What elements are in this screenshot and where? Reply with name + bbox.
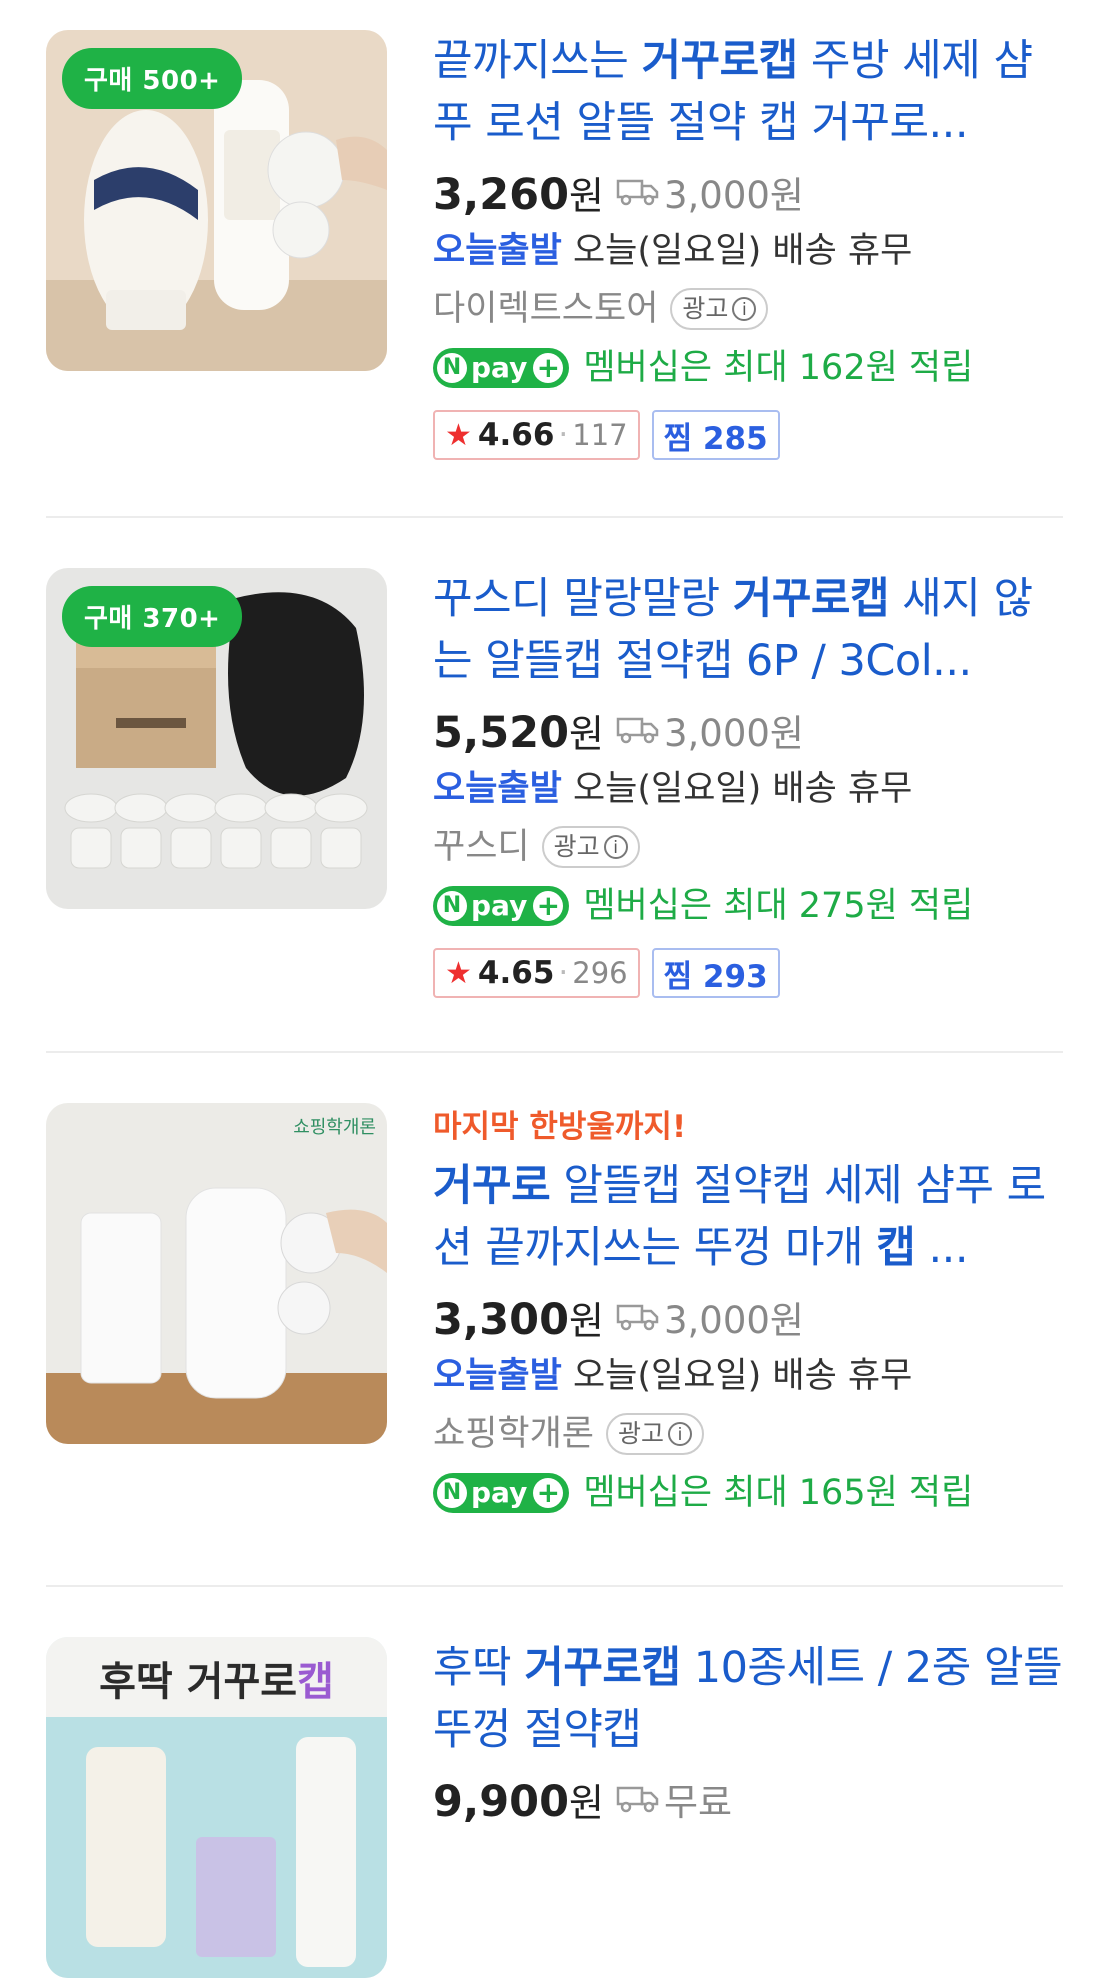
thumbnail-caption: 후딱 거꾸로캡 xyxy=(46,1649,387,1707)
product-card[interactable]: 구매 500+ 끝까지쓰는 거꾸로캡 주방 세제 샴푸 로션 알뜰 절약 캡 거… xyxy=(46,0,1063,518)
today-departure-tag: 오늘출발 xyxy=(433,769,562,809)
seller-name[interactable]: 쇼핑학개론 xyxy=(433,1405,594,1463)
price: 3,300원 xyxy=(433,1290,604,1345)
svg-text:쇼핑학개론: 쇼핑학개론 xyxy=(293,1117,376,1138)
product-title[interactable]: 꾸스디 말랑말랑 거꾸로캡 새지 않는 알뜰캡 절약캡 6P / 3Col... xyxy=(433,568,1063,692)
wishlist-chip[interactable]: 찜 285 xyxy=(651,410,780,460)
shipping-text: 3,000원 xyxy=(663,174,804,217)
truck-icon xyxy=(616,179,659,206)
delivery-info: 오늘출발 오늘(일요일) 배송 휴무 xyxy=(433,1347,1063,1405)
title-highlight: 거꾸로캡 xyxy=(641,36,798,86)
price: 3,260원 xyxy=(433,165,604,220)
npay-benefit-text: 멤버십은 최대 165원 적립 xyxy=(583,1473,974,1513)
info-icon: i xyxy=(668,1422,693,1446)
npay-benefit: Npay + 멤버십은 최대 165원 적립 xyxy=(433,1463,1063,1523)
npay-benefit: Npay + 멤버십은 최대 275원 적립 xyxy=(433,876,1063,936)
product-title[interactable]: 거꾸로 알뜰캡 절약캡 세제 샴푸 로션 끝까지쓰는 뚜껑 마개 캡 ... xyxy=(433,1155,1063,1279)
ad-label[interactable]: 광고 i xyxy=(670,288,769,330)
product-title[interactable]: 끝까지쓰는 거꾸로캡 주방 세제 샴푸 로션 알뜰 절약 캡 거꾸로... xyxy=(433,30,1063,154)
today-departure-tag: 오늘출발 xyxy=(433,1356,562,1396)
npay-plus-icon: Npay + xyxy=(433,1473,570,1513)
product-title[interactable]: 후딱 거꾸로캡 10종세트 / 2중 알뜰뚜껑 절약캡 xyxy=(433,1637,1063,1761)
product-thumbnail[interactable]: 후딱 거꾸로캡 xyxy=(46,1637,387,1978)
price: 9,900원 xyxy=(433,1772,604,1827)
today-departure-tag: 오늘출발 xyxy=(433,231,562,271)
purchase-count-badge: 구매 500+ xyxy=(62,48,243,109)
purchase-count-badge: 구매 370+ xyxy=(62,586,243,647)
price-value: 3,300 xyxy=(433,1294,570,1345)
product-list: 구매 500+ 끝까지쓰는 거꾸로캡 주방 세제 샴푸 로션 알뜰 절약 캡 거… xyxy=(0,0,1109,1978)
truck-icon xyxy=(616,717,659,744)
rating-score: 4.66 xyxy=(477,417,555,453)
info-icon: i xyxy=(732,297,757,321)
info-icon: i xyxy=(603,835,628,859)
price-value: 3,260 xyxy=(433,169,570,220)
seller-name[interactable]: 다이렉트스토어 xyxy=(433,280,658,338)
star-icon: ★ xyxy=(445,417,472,453)
npay-benefit-text: 멤버십은 최대 275원 적립 xyxy=(583,886,974,926)
seller-name[interactable]: 꾸스디 xyxy=(433,818,530,876)
title-highlight: 거꾸로캡 xyxy=(732,574,890,624)
star-icon: ★ xyxy=(445,955,472,991)
truck-icon xyxy=(616,1304,659,1331)
separator-dot: · xyxy=(558,955,569,991)
ad-label[interactable]: 광고 i xyxy=(541,826,640,868)
rating-chip[interactable]: ★ 4.66 · 117 xyxy=(433,410,640,460)
review-count: 117 xyxy=(572,418,628,452)
price-value: 5,520 xyxy=(433,707,570,758)
npay-benefit-text: 멤버십은 최대 162원 적립 xyxy=(583,348,974,388)
ad-text: 광고 xyxy=(553,832,600,861)
shipping-fee: 3,000원 xyxy=(616,703,804,757)
price: 5,520원 xyxy=(433,703,604,758)
product-thumbnail[interactable]: 구매 370+ xyxy=(46,568,387,909)
title-highlight: 캡 xyxy=(876,1223,916,1273)
npay-plus-icon: Npay + xyxy=(433,348,570,388)
thumbnail-caption-accent: 캡 xyxy=(297,1659,334,1705)
ad-label[interactable]: 광고 i xyxy=(606,1413,705,1455)
title-text: 후딱 xyxy=(433,1643,525,1693)
shipping-fee: 무료 xyxy=(616,1772,732,1826)
product-card[interactable]: 후딱 거꾸로캡 후딱 거꾸로캡 10종세트 / 2중 알뜰뚜껑 절약캡 9,90… xyxy=(46,1587,1063,1978)
delivery-note: 오늘(일요일) 배송 휴무 xyxy=(561,1356,913,1396)
promo-text: 마지막 한방울까지! xyxy=(433,1109,687,1145)
shipping-fee: 3,000원 xyxy=(616,165,804,219)
title-highlight: 거꾸로 xyxy=(433,1161,551,1211)
product-image: 쇼핑학개론 xyxy=(46,1103,387,1444)
npay-plus-icon: Npay + xyxy=(433,886,570,926)
shipping-fee: 3,000원 xyxy=(616,1290,804,1344)
shipping-text: 무료 xyxy=(663,1781,733,1824)
title-text: 꾸스디 말랑말랑 xyxy=(433,574,733,624)
review-count: 296 xyxy=(572,956,628,990)
title-text: ... xyxy=(915,1223,969,1273)
title-text: 끝까지쓰는 xyxy=(433,36,642,86)
rating-score: 4.65 xyxy=(477,955,555,991)
product-thumbnail[interactable]: 구매 500+ xyxy=(46,30,387,371)
separator-dot: · xyxy=(558,417,569,453)
delivery-note: 오늘(일요일) 배송 휴무 xyxy=(561,231,913,271)
title-highlight: 거꾸로캡 xyxy=(524,1643,681,1693)
product-thumbnail[interactable]: 쇼핑학개론 xyxy=(46,1103,387,1444)
thumbnail-caption-text: 후딱 거꾸로 xyxy=(99,1659,298,1705)
wishlist-chip[interactable]: 찜 293 xyxy=(651,948,780,998)
delivery-note: 오늘(일요일) 배송 휴무 xyxy=(561,769,913,809)
price-unit: 원 xyxy=(569,173,604,218)
shipping-text: 3,000원 xyxy=(663,712,804,755)
price-unit: 원 xyxy=(569,1298,604,1343)
product-card[interactable]: 구매 370+ 꾸스디 말랑말랑 거꾸로캡 새지 않는 알뜰캡 절약캡 6P /… xyxy=(46,518,1063,1053)
ad-text: 광고 xyxy=(682,294,729,323)
price-unit: 원 xyxy=(569,1780,604,1825)
price-unit: 원 xyxy=(569,711,604,756)
product-card[interactable]: 쇼핑학개론 마지막 한방울까지! 거꾸로 알뜰캡 절약캡 세제 샴푸 로션 끝까… xyxy=(46,1053,1063,1587)
ad-text: 광고 xyxy=(618,1419,665,1448)
delivery-info: 오늘출발 오늘(일요일) 배송 휴무 xyxy=(433,222,1063,280)
truck-icon xyxy=(616,1786,659,1813)
npay-benefit: Npay + 멤버십은 최대 162원 적립 xyxy=(433,338,1063,398)
delivery-info: 오늘출발 오늘(일요일) 배송 휴무 xyxy=(433,760,1063,818)
price-value: 9,900 xyxy=(433,1776,570,1827)
rating-chip[interactable]: ★ 4.65 · 296 xyxy=(433,948,640,998)
shipping-text: 3,000원 xyxy=(663,1299,804,1342)
